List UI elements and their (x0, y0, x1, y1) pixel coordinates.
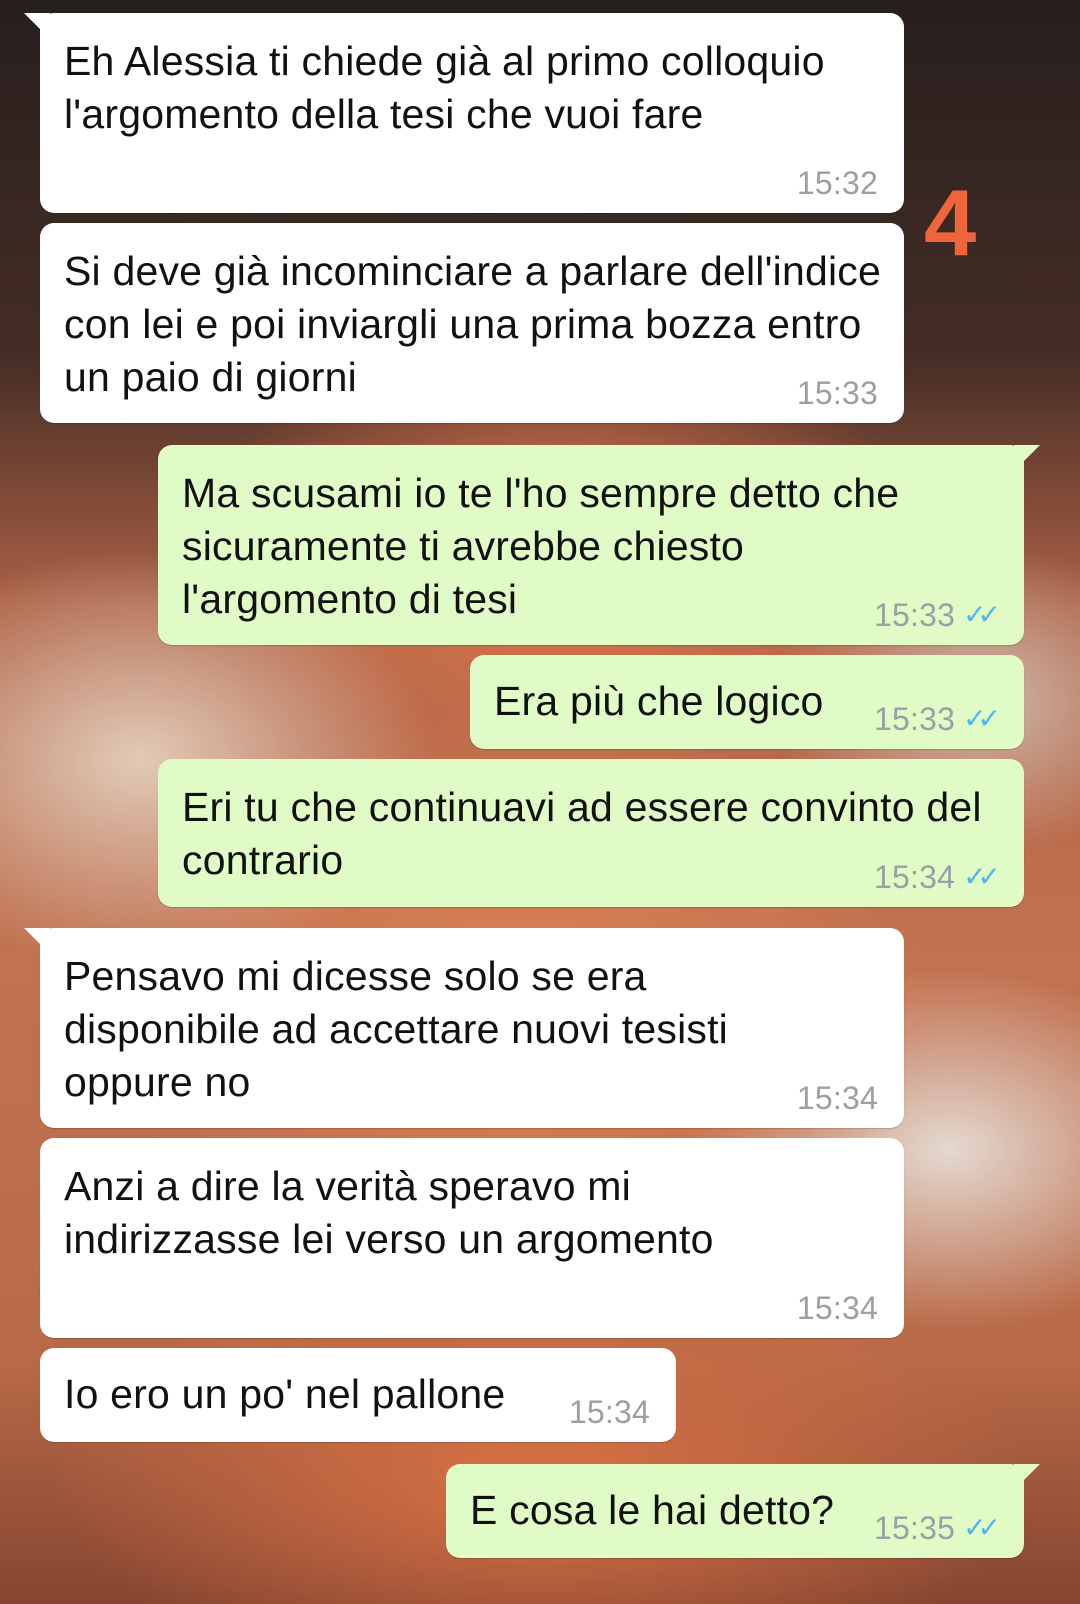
message-bubble-incoming[interactable]: Io ero un po' nel pallone 15:34 (40, 1348, 676, 1442)
bubble-tail (1014, 1464, 1040, 1490)
double-check-icon: ✓✓ (963, 1512, 1001, 1543)
message-time: 15:34 (796, 1080, 878, 1116)
message-meta: 15:35 ✓✓ (874, 1510, 1001, 1546)
message-meta: 15:34 ✓✓ (874, 859, 1001, 895)
page-number-annotation: 4 (924, 170, 977, 275)
message-time: 15:34 (874, 859, 956, 895)
message-time: 15:33 (796, 375, 878, 411)
bubble-tail (24, 13, 50, 39)
message-time: 15:32 (796, 165, 878, 201)
message-bubble-incoming[interactable]: Eh Alessia ti chiede già al primo colloq… (24, 13, 904, 213)
message-time: 15:35 (874, 1510, 956, 1546)
message-meta: 15:32 (797, 167, 878, 199)
double-check-icon: ✓✓ (963, 703, 1001, 734)
message-meta: 15:33 (797, 377, 878, 409)
message-meta: 15:33 ✓✓ (874, 701, 1001, 737)
message-text: Eh Alessia ti chiede già al primo colloq… (64, 38, 825, 137)
message-time: 15:33 (874, 597, 956, 633)
message-bubble-outgoing[interactable]: E cosa le hai detto? 15:35 ✓✓ (446, 1464, 1040, 1558)
message-time: 15:34 (796, 1290, 878, 1326)
message-bubble-outgoing[interactable]: Eri tu che continuavi ad essere convinto… (158, 759, 1024, 907)
message-text: Ma scusami io te l'ho sempre detto che s… (182, 470, 900, 622)
message-bubble-incoming[interactable]: Si deve già incominciare a parlare dell'… (40, 223, 904, 423)
message-time: 15:33 (874, 701, 956, 737)
message-text: Anzi a dire la verità speravo mi indiriz… (64, 1163, 714, 1262)
message-meta: 15:34 (797, 1292, 878, 1324)
bubble-tail (24, 928, 50, 954)
message-meta: 15:33 ✓✓ (874, 597, 1001, 633)
message-meta: 15:34 (569, 1396, 650, 1428)
double-check-icon: ✓✓ (963, 599, 1001, 630)
message-text: Si deve già incominciare a parlare dell'… (64, 248, 881, 400)
message-bubble-incoming[interactable]: Anzi a dire la verità speravo mi indiriz… (40, 1138, 904, 1338)
message-bubble-outgoing[interactable]: Era più che logico 15:33 ✓✓ (470, 655, 1024, 749)
message-time: 15:34 (568, 1394, 650, 1430)
message-text: Pensavo mi dicesse solo se era disponibi… (64, 953, 728, 1105)
bubble-tail (1014, 445, 1040, 471)
message-bubble-outgoing[interactable]: Ma scusami io te l'ho sempre detto che s… (158, 445, 1040, 645)
message-meta: 15:34 (797, 1082, 878, 1114)
message-bubble-incoming[interactable]: Pensavo mi dicesse solo se era disponibi… (24, 928, 904, 1128)
message-text: Io ero un po' nel pallone (64, 1371, 506, 1417)
double-check-icon: ✓✓ (963, 861, 1001, 892)
